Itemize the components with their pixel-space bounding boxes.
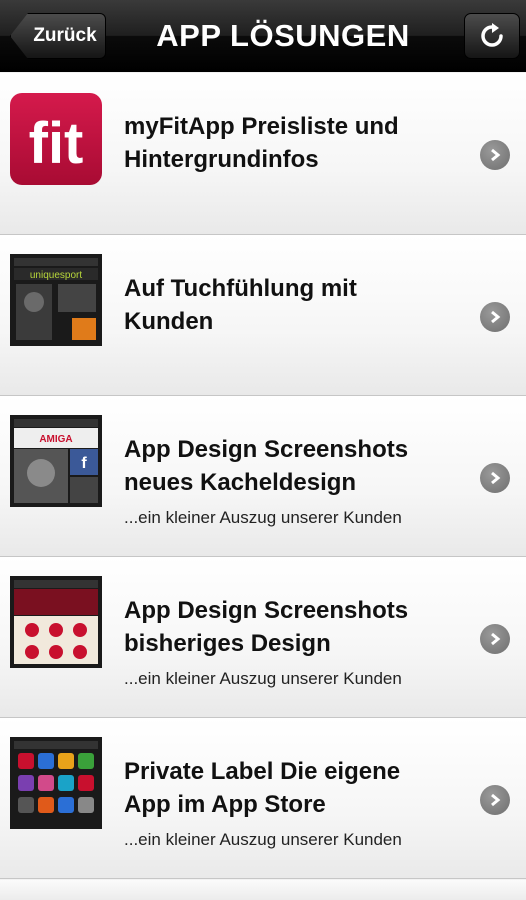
list-item[interactable]: Private Label Die eigene App im App Stor…: [0, 718, 526, 879]
chevron-right-icon[interactable]: [480, 785, 510, 815]
refresh-button[interactable]: [464, 13, 520, 59]
solutions-list: fit myFitApp Preisliste und Hintergrundi…: [0, 73, 526, 879]
navigation-bar: Zurück APP LÖSUNGEN: [0, 0, 526, 72]
amiga-app-screenshot-icon: AMIGA f: [10, 415, 102, 507]
chevron-right-icon[interactable]: [480, 463, 510, 493]
item-title: Auf Tuchfühlung mit Kunden: [124, 272, 469, 338]
refresh-icon: [481, 23, 503, 47]
item-title-line: App Design Screenshots: [124, 436, 409, 463]
chevron-right-icon[interactable]: [480, 140, 510, 170]
item-title: myFitApp Preisliste und Hintergrundinfos: [124, 110, 469, 176]
list-item[interactable]: AMIGA f App Design Screenshots neues Kac…: [0, 396, 526, 557]
item-subtitle: ...ein kleiner Auszug unserer Kunden: [124, 830, 402, 849]
item-title-line: Hintergrundinfos: [124, 146, 319, 173]
page-title: APP LÖSUNGEN: [156, 18, 410, 53]
app-store-screenshot-icon: [10, 737, 102, 829]
back-button[interactable]: Zurück: [10, 13, 106, 59]
uniquesport-app-screenshot-icon: uniquesport: [10, 254, 102, 346]
list-item[interactable]: uniquesport Auf Tuchfühlung mit Kunden: [0, 235, 526, 396]
chevron-right-icon[interactable]: [480, 302, 510, 332]
item-title-line: bisheriges Design: [124, 630, 331, 657]
item-title: Private Label Die eigene App im App Stor…: [124, 755, 469, 821]
item-title-line: Auf Tuchfühlung mit: [124, 275, 357, 302]
list-item[interactable]: fit myFitApp Preisliste und Hintergrundi…: [0, 73, 526, 235]
item-title: App Design Screenshots bisheriges Design: [124, 594, 469, 660]
item-title-line: App Design Screenshots: [124, 597, 409, 624]
list-item-partial: [0, 880, 526, 900]
back-button-label: Zurück: [33, 25, 97, 46]
item-title-line: myFitApp Preisliste und: [124, 113, 399, 140]
svg-text:uniquesport: uniquesport: [30, 270, 82, 281]
list-item[interactable]: App Design Screenshots bisheriges Design…: [0, 557, 526, 718]
item-title-line: Private Label Die eigene: [124, 758, 401, 785]
item-title-line: Kunden: [124, 308, 214, 335]
item-title-line: App im App Store: [124, 791, 326, 818]
item-title: App Design Screenshots neues Kacheldesig…: [124, 433, 469, 499]
old-design-app-screenshot-icon: [10, 576, 102, 668]
svg-text:AMIGA: AMIGA: [39, 434, 72, 445]
chevron-right-icon[interactable]: [480, 624, 510, 654]
fit-logo-icon: fit: [10, 93, 102, 185]
svg-text:fit: fit: [29, 111, 84, 176]
item-subtitle: ...ein kleiner Auszug unserer Kunden: [124, 669, 402, 688]
item-subtitle: ...ein kleiner Auszug unserer Kunden: [124, 508, 402, 527]
item-title-line: neues Kacheldesign: [124, 469, 357, 496]
svg-text:f: f: [81, 455, 87, 472]
